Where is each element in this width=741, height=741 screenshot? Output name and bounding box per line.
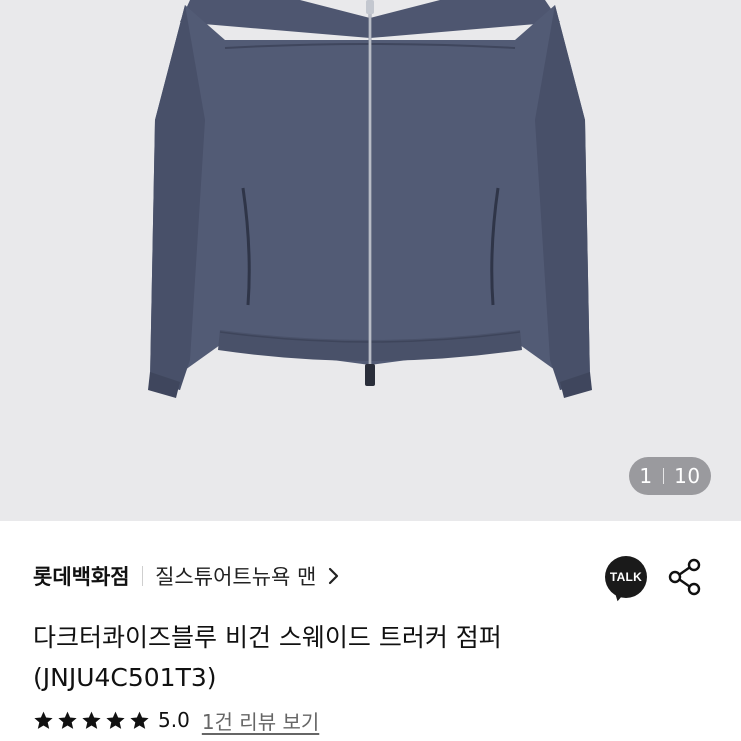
counter-total: 10 bbox=[674, 464, 701, 488]
review-link[interactable]: 1건 리뷰 보기 bbox=[202, 706, 319, 735]
talk-label: TALK bbox=[609, 570, 643, 584]
star-icon bbox=[58, 711, 77, 729]
share-button[interactable] bbox=[667, 557, 703, 597]
counter-divider bbox=[662, 468, 665, 484]
product-title-line1: 다크터콰이즈블루 비건 스웨이드 트러커 점퍼 bbox=[33, 623, 502, 652]
brand-name[interactable]: 질스튜어트뉴욕 맨 bbox=[155, 561, 316, 591]
product-image-gallery[interactable]: 1 10 bbox=[0, 0, 741, 521]
star-rating bbox=[33, 710, 150, 731]
jacket-image bbox=[148, 0, 592, 398]
share-icon bbox=[668, 558, 701, 596]
star-icon bbox=[130, 711, 149, 729]
image-counter: 1 10 bbox=[629, 457, 711, 495]
star-icon bbox=[106, 711, 125, 729]
brand-row[interactable]: 롯데백화점 질스튜어트뉴욕 맨 bbox=[33, 556, 340, 596]
rating-row: 5.0 1건 리뷰 보기 bbox=[33, 703, 319, 737]
star-icon bbox=[82, 711, 101, 729]
counter-current: 1 bbox=[639, 464, 653, 488]
kakao-talk-button[interactable]: TALK bbox=[605, 556, 647, 598]
product-title-line2: (JNJU4C501T3) bbox=[33, 663, 217, 692]
brand-divider bbox=[141, 566, 144, 586]
star-icon bbox=[34, 711, 53, 729]
chevron-right-icon bbox=[328, 567, 340, 585]
product-title: 다크터콰이즈블루 비건 스웨이드 트러커 점퍼 (JNJU4C501T3) bbox=[33, 618, 713, 698]
store-name: 롯데백화점 bbox=[33, 565, 130, 589]
rating-score: 5.0 bbox=[158, 708, 190, 732]
